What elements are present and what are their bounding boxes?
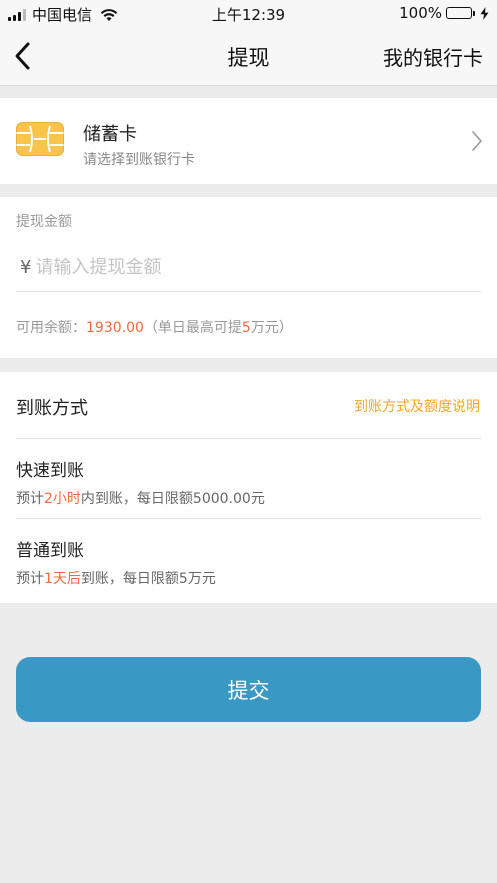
- option-description: 预计2小时内到账，每日限额5000.00元: [16, 488, 265, 508]
- currency-symbol: ¥: [20, 256, 32, 278]
- balance-value: 1930.00: [86, 320, 144, 336]
- charging-bolt-icon: [480, 6, 489, 20]
- arrival-method-header: 到账方式: [16, 398, 88, 419]
- chevron-right-icon: [472, 131, 482, 151]
- option-fast-arrival[interactable]: 快速到账 预计2小时内到账，每日限额5000.00元: [0, 440, 497, 518]
- battery-percent: 100%: [399, 4, 442, 22]
- desc-highlight: 1天后: [44, 571, 81, 587]
- bank-card-selector[interactable]: 储蓄卡 请选择到账银行卡: [0, 98, 497, 184]
- balance-prefix: 可用余额：: [16, 320, 86, 336]
- limit-number: 5: [241, 320, 251, 336]
- desc-prefix: 预计: [16, 571, 44, 587]
- amount-section: 提现金额 ¥ 可用余额：1930.00（单日最高可提5万元）: [0, 197, 497, 358]
- amount-input-row: ¥: [16, 243, 481, 292]
- desc-highlight: 2小时: [44, 491, 81, 507]
- limit-suffix: 万元）: [250, 320, 293, 336]
- desc-prefix: 预计: [16, 491, 44, 507]
- arrival-method-section: 到账方式 到账方式及额度说明 快速到账 预计2小时内到账，每日限额5000.00…: [0, 372, 497, 603]
- amount-input[interactable]: [35, 256, 436, 278]
- option-normal-arrival[interactable]: 普通到账 预计1天后到账，每日限额5万元: [0, 520, 497, 598]
- divider: [16, 518, 481, 519]
- card-select-hint: 请选择到账银行卡: [83, 152, 195, 168]
- status-bar: 中国电信 上午12:39 100%: [0, 0, 497, 28]
- option-title: 快速到账: [16, 461, 84, 481]
- option-title: 普通到账: [16, 541, 84, 561]
- limit-prefix: （单日最高可提: [143, 320, 242, 336]
- submit-button[interactable]: 提交: [16, 657, 481, 722]
- bank-card-chip-icon: [16, 122, 64, 156]
- divider: [16, 438, 481, 439]
- status-right: 100%: [399, 4, 489, 22]
- option-description: 预计1天后到账，每日限额5万元: [16, 568, 216, 588]
- desc-suffix: 内到账，每日限额5000.00元: [80, 491, 265, 507]
- amount-label: 提现金额: [16, 214, 72, 230]
- desc-suffix: 到账，每日限额5万元: [80, 571, 216, 587]
- nav-bar: 提现 我的银行卡: [0, 28, 497, 86]
- battery-icon: [446, 7, 475, 19]
- available-balance: 可用余额：1930.00（单日最高可提5万元）: [16, 317, 293, 337]
- arrival-method-help-link[interactable]: 到账方式及额度说明: [354, 396, 480, 416]
- card-type-label: 储蓄卡: [83, 124, 137, 145]
- my-bank-cards-link[interactable]: 我的银行卡: [383, 42, 483, 71]
